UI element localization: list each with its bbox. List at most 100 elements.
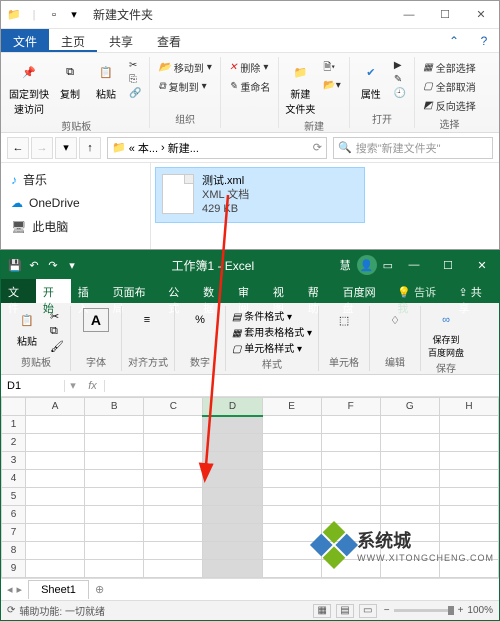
cell[interactable] bbox=[26, 434, 85, 452]
col-header[interactable]: B bbox=[85, 398, 144, 416]
cell[interactable] bbox=[85, 542, 144, 560]
cell[interactable] bbox=[203, 542, 262, 560]
cell[interactable] bbox=[144, 452, 203, 470]
normal-view-button[interactable]: ▦ bbox=[313, 604, 331, 618]
name-box[interactable]: D1 bbox=[1, 380, 65, 392]
cell[interactable] bbox=[26, 542, 85, 560]
cell[interactable] bbox=[380, 416, 439, 434]
properties-button[interactable]: ✔ 属性 bbox=[356, 59, 386, 101]
cell[interactable] bbox=[380, 434, 439, 452]
file-item[interactable]: 测试.xml XML 文档 429 KB bbox=[155, 167, 365, 223]
invert-selection-button[interactable]: ◩反向选择 bbox=[421, 97, 477, 114]
history-icon[interactable]: 🕘 bbox=[392, 87, 408, 100]
cell[interactable] bbox=[144, 488, 203, 506]
cell[interactable] bbox=[26, 506, 85, 524]
cut-icon[interactable]: ✂ bbox=[127, 59, 143, 72]
recent-locations-button[interactable]: ▾ bbox=[55, 137, 77, 159]
row-header[interactable]: 2 bbox=[2, 434, 26, 452]
copy-button[interactable]: ⧉ 复制 bbox=[55, 59, 85, 101]
cell[interactable] bbox=[321, 488, 380, 506]
cell[interactable] bbox=[321, 470, 380, 488]
share-button[interactable]: ⇪ 共享 bbox=[451, 279, 500, 303]
cell[interactable] bbox=[321, 416, 380, 434]
cell[interactable] bbox=[203, 560, 262, 578]
select-none-button[interactable]: ▢全部取消 bbox=[421, 78, 477, 95]
cells-group-button[interactable]: ⬚ bbox=[325, 308, 363, 332]
ex-tab-layout[interactable]: 页面布局 bbox=[106, 279, 162, 303]
cell[interactable] bbox=[262, 470, 321, 488]
up-button[interactable]: ↑ bbox=[79, 137, 101, 159]
cell[interactable] bbox=[203, 416, 262, 434]
new-folder-button[interactable]: 📁 新建 文件夹 bbox=[285, 59, 315, 116]
row-header[interactable]: 3 bbox=[2, 452, 26, 470]
cell[interactable] bbox=[85, 470, 144, 488]
cell[interactable] bbox=[85, 416, 144, 434]
row-header[interactable]: 7 bbox=[2, 524, 26, 542]
row-header[interactable]: 6 bbox=[2, 506, 26, 524]
cell[interactable] bbox=[380, 470, 439, 488]
forward-button[interactable]: → bbox=[31, 137, 53, 159]
cell[interactable] bbox=[85, 488, 144, 506]
conditional-format-button[interactable]: ▤ 条件格式 ▾ bbox=[232, 308, 312, 323]
open-icon[interactable]: ▶ bbox=[392, 59, 408, 72]
col-header[interactable]: E bbox=[262, 398, 321, 416]
tell-me-button[interactable]: 💡 告诉我 bbox=[391, 279, 450, 303]
cell[interactable] bbox=[26, 488, 85, 506]
redo-icon[interactable]: ↷ bbox=[45, 257, 61, 273]
cell[interactable] bbox=[439, 434, 498, 452]
cell[interactable] bbox=[439, 488, 498, 506]
new-item-icon[interactable]: 🗎▾ bbox=[321, 59, 342, 78]
cell[interactable] bbox=[203, 488, 262, 506]
col-header[interactable]: A bbox=[26, 398, 85, 416]
page-layout-view-button[interactable]: ▤ bbox=[336, 604, 354, 618]
save-baidu-button[interactable]: ∞ 保存到 百度网盘 bbox=[427, 308, 465, 359]
tab-file[interactable]: 文件 bbox=[1, 29, 49, 52]
cell[interactable] bbox=[144, 542, 203, 560]
tab-share[interactable]: 共享 bbox=[97, 29, 145, 52]
cell[interactable] bbox=[262, 434, 321, 452]
cell[interactable] bbox=[380, 452, 439, 470]
cell[interactable] bbox=[321, 434, 380, 452]
cell[interactable] bbox=[85, 506, 144, 524]
cell[interactable] bbox=[203, 524, 262, 542]
move-to-button[interactable]: 📂移动到 ▾ bbox=[156, 59, 213, 76]
cell[interactable] bbox=[203, 434, 262, 452]
refresh-icon[interactable]: ⟳ bbox=[313, 141, 322, 154]
cell[interactable] bbox=[26, 452, 85, 470]
align-group-button[interactable]: ≡ bbox=[128, 308, 166, 332]
easy-access-icon[interactable]: 📂▾ bbox=[321, 79, 342, 92]
editing-group-button[interactable]: ♢ bbox=[376, 308, 414, 332]
row-header[interactable]: 8 bbox=[2, 542, 26, 560]
cell[interactable] bbox=[85, 560, 144, 578]
cell[interactable] bbox=[144, 416, 203, 434]
sidebar-item-music[interactable]: ♪音乐 bbox=[1, 167, 150, 192]
cell[interactable] bbox=[144, 560, 203, 578]
ex-tab-review[interactable]: 审阅 bbox=[231, 279, 266, 303]
ex-minimize-button[interactable]: — bbox=[397, 251, 431, 279]
copy-icon-ex[interactable]: ⧉ bbox=[50, 325, 64, 338]
cell-style-button[interactable]: ▢ 单元格样式 ▾ bbox=[232, 340, 312, 355]
zoom-slider[interactable] bbox=[394, 609, 454, 612]
col-header[interactable]: D bbox=[203, 398, 262, 416]
cell[interactable] bbox=[85, 524, 144, 542]
cell[interactable] bbox=[321, 506, 380, 524]
cell[interactable] bbox=[262, 452, 321, 470]
cell[interactable] bbox=[26, 560, 85, 578]
cell[interactable] bbox=[380, 488, 439, 506]
row-header[interactable]: 9 bbox=[2, 560, 26, 578]
add-sheet-button[interactable]: ⊕ bbox=[89, 580, 110, 599]
ex-close-button[interactable]: ✕ bbox=[465, 251, 499, 279]
cell[interactable] bbox=[262, 524, 321, 542]
qat-more-icon[interactable]: ▾ bbox=[64, 257, 80, 273]
cell[interactable] bbox=[380, 506, 439, 524]
page-break-view-button[interactable]: ▭ bbox=[359, 604, 377, 618]
cell[interactable] bbox=[439, 452, 498, 470]
tab-view[interactable]: 查看 bbox=[145, 29, 193, 52]
row-header[interactable]: 1 bbox=[2, 416, 26, 434]
table-format-button[interactable]: ▦ 套用表格格式 ▾ bbox=[232, 324, 312, 339]
search-box[interactable]: 🔍 搜索"新建文件夹" bbox=[333, 137, 493, 159]
close-button[interactable]: ✕ bbox=[463, 1, 499, 29]
ex-tab-data[interactable]: 数据 bbox=[196, 279, 231, 303]
cell[interactable] bbox=[203, 506, 262, 524]
cell[interactable] bbox=[144, 470, 203, 488]
